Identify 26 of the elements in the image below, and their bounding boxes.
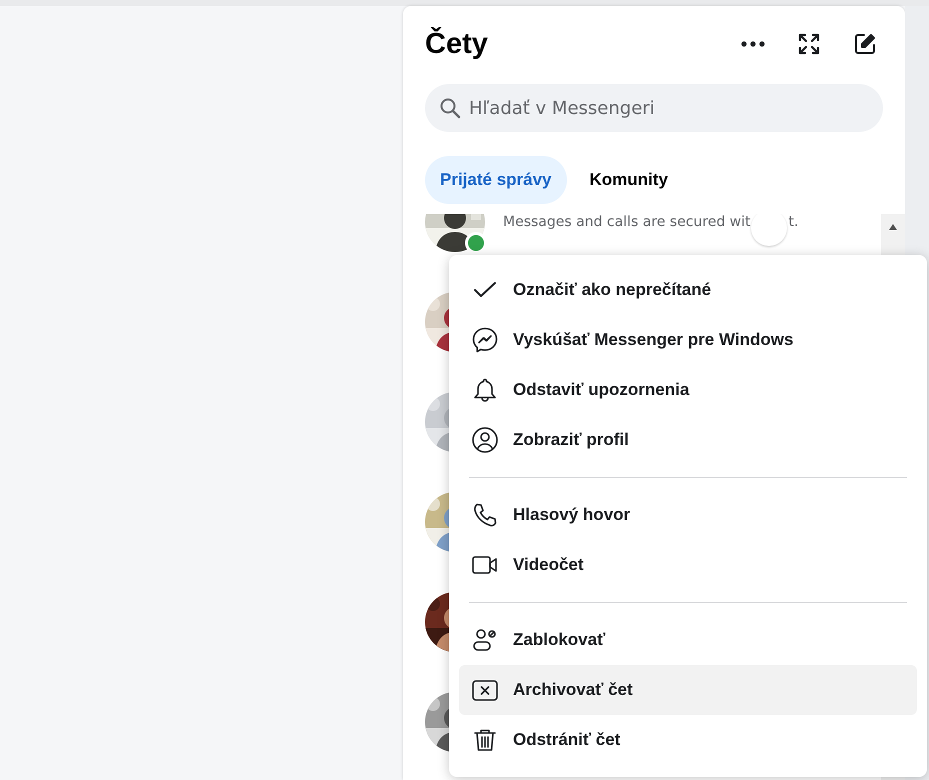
menu-item[interactable]: Hlasový hovor bbox=[459, 490, 917, 540]
menu-item[interactable]: Videočet bbox=[459, 540, 917, 590]
tab[interactable]: Prijaté správy bbox=[425, 156, 567, 204]
menu-item[interactable]: Vyskúšať Messenger pre Windows bbox=[459, 315, 917, 365]
menu-item[interactable]: Odstrániť čet bbox=[459, 715, 917, 765]
menu-item[interactable]: Odstaviť upozornenia bbox=[459, 365, 917, 415]
tab[interactable]: Komunity bbox=[574, 156, 683, 204]
messenger-icon bbox=[471, 326, 499, 354]
menu-item[interactable]: Archivovať čet bbox=[459, 665, 917, 715]
menu-item[interactable]: Označiť ako neprečítané bbox=[459, 265, 917, 315]
panel-title: Čety bbox=[425, 28, 489, 60]
menu-item[interactable]: Zablokovať bbox=[459, 615, 917, 665]
message-preview: Messages and calls are secured wit bbox=[503, 214, 750, 230]
message-preview-end: t. bbox=[788, 214, 798, 230]
person-block-icon bbox=[471, 626, 499, 654]
phone-icon bbox=[471, 501, 499, 529]
bell-icon bbox=[471, 376, 499, 404]
compose-icon bbox=[853, 32, 877, 56]
more-icon bbox=[741, 41, 765, 47]
person-icon bbox=[471, 426, 499, 454]
search-icon bbox=[439, 97, 461, 119]
menu-item[interactable]: Zobraziť profil bbox=[459, 415, 917, 465]
bubble-overlay bbox=[750, 214, 786, 246]
expand-icon bbox=[798, 33, 820, 55]
scroll-up-icon[interactable] bbox=[889, 224, 897, 230]
search-field[interactable]: Hľadať v Messengeri bbox=[425, 84, 883, 132]
